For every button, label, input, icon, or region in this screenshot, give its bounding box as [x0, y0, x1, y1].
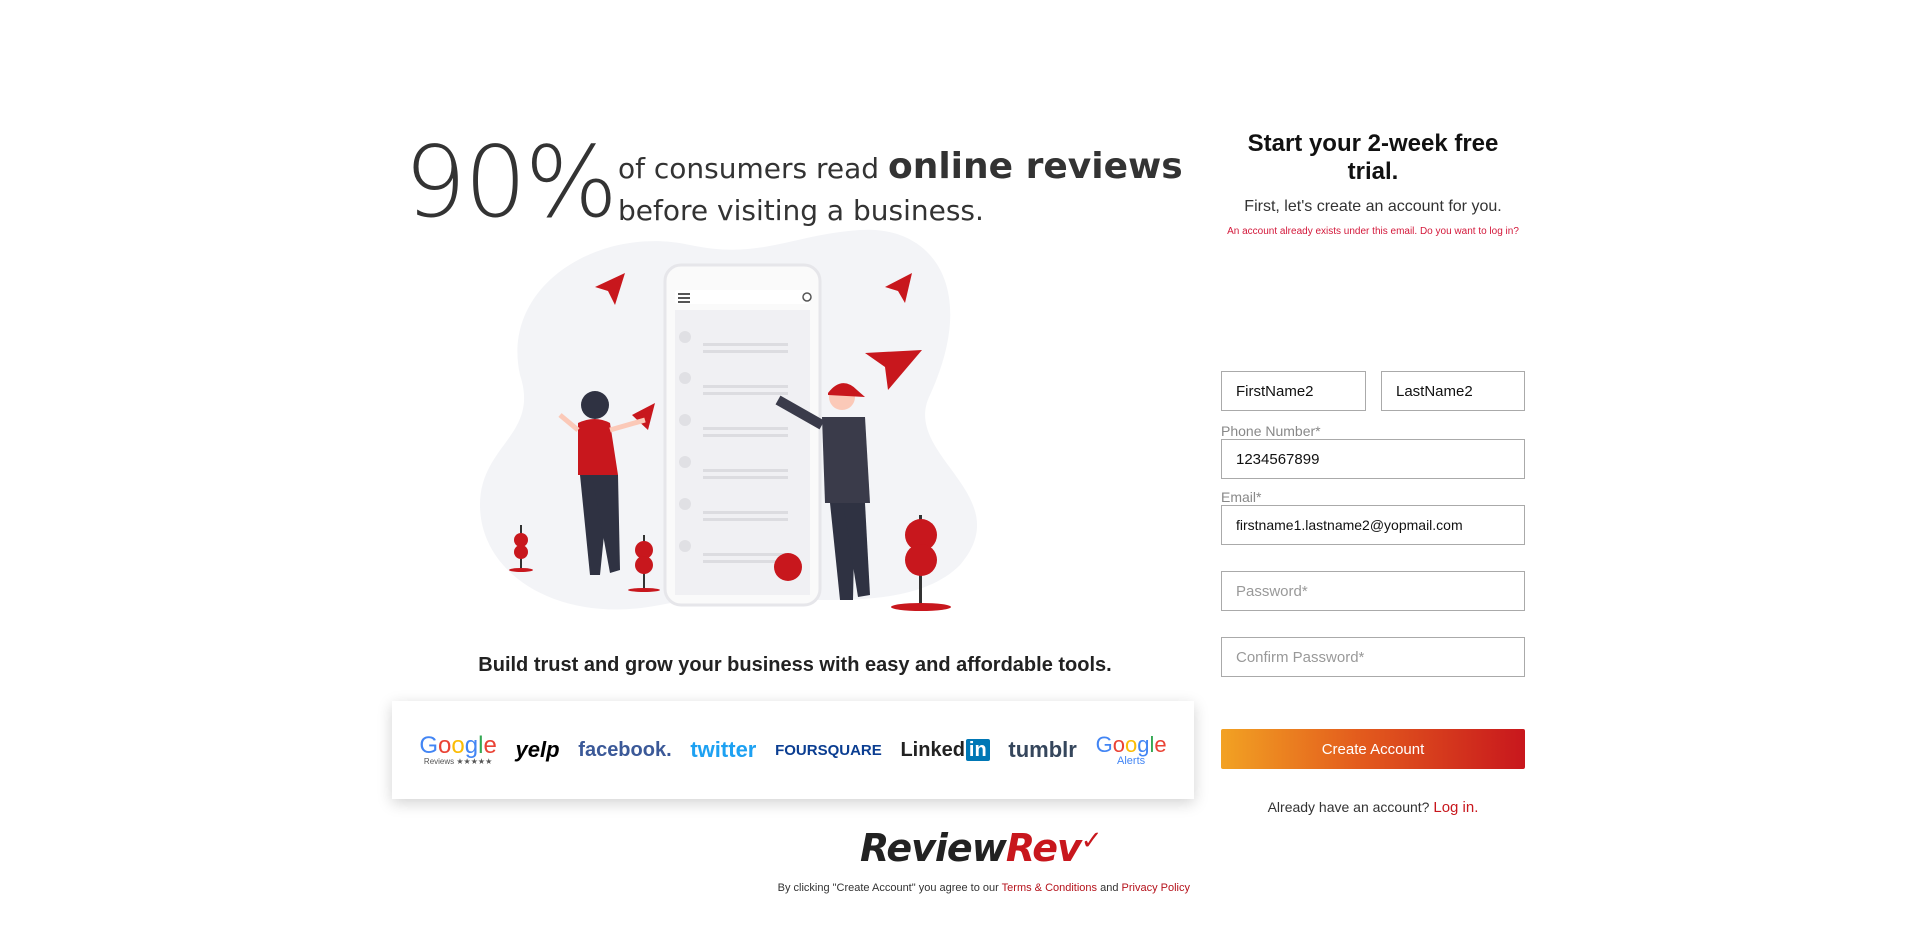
signup-form: Start your 2-week free trial. First, let…: [1221, 130, 1525, 837]
twitter-logo: twitter: [690, 737, 757, 762]
linkedin-logo-text: Linked: [900, 738, 965, 761]
trust-tagline: Build trust and grow your business with …: [478, 654, 1112, 676]
linkedin-logo: Linked in: [900, 738, 990, 762]
terms-link[interactable]: Terms & Conditions: [1002, 882, 1097, 894]
confirm-password-input[interactable]: [1221, 637, 1525, 677]
form-fields: Phone Number* Email* Create Account Alre…: [1221, 237, 1525, 837]
stat-line-1-bold: online reviews: [887, 146, 1183, 187]
phone-label: Phone Number*: [1221, 423, 1321, 439]
stat-line-1-pre: of consumers read: [618, 152, 880, 185]
login-prompt: Already have an account? Log in.: [1221, 799, 1525, 816]
phone-illustration: [663, 263, 822, 607]
form-subtitle: First, let's create an account for you.: [1244, 198, 1502, 215]
stat-number: 90%: [404, 126, 618, 240]
login-link[interactable]: Log in.: [1433, 799, 1478, 816]
brand-part-1: Review: [860, 826, 1007, 870]
legal-notice: By clicking "Create Account" you agree t…: [400, 882, 1190, 894]
stat-line-1: of consumers read online reviews: [618, 146, 1183, 187]
linkedin-badge: in: [965, 738, 990, 761]
brand-part-2: Rev: [1005, 826, 1082, 870]
form-error-message: An account already exists under this ema…: [1227, 226, 1519, 237]
last-name-input[interactable]: [1381, 371, 1525, 411]
checkmark-icon: ✓: [1080, 826, 1103, 856]
legal-and: and: [1100, 882, 1119, 894]
tumblr-logo: tumblr: [1008, 737, 1077, 762]
foursquare-logo: FOURSQUARE: [775, 741, 882, 759]
create-account-button[interactable]: Create Account: [1221, 729, 1525, 769]
integrations-logo-strip: Google Reviews ★★★★★ yelp facebook. twit…: [392, 701, 1194, 799]
email-label: Email*: [1221, 489, 1262, 505]
hero-illustration: [480, 229, 978, 611]
privacy-link[interactable]: Privacy Policy: [1122, 882, 1190, 894]
email-input[interactable]: [1221, 505, 1525, 545]
phone-input[interactable]: [1221, 439, 1525, 479]
stat-line-2: before visiting a business.: [618, 194, 984, 227]
already-have-account-text: Already have an account?: [1267, 799, 1430, 815]
google-reviews-logo: Google Reviews ★★★★★: [419, 732, 497, 766]
legal-text: By clicking "Create Account" you agree t…: [777, 882, 999, 894]
reviewrev-logo: ReviewRev✓: [860, 826, 1103, 870]
password-input[interactable]: [1221, 571, 1525, 611]
first-name-input[interactable]: [1221, 371, 1366, 411]
yelp-logo: yelp: [515, 737, 560, 762]
google-alerts-logo: Google Alerts: [1095, 731, 1167, 767]
form-title: Start your 2-week free trial.: [1247, 130, 1499, 185]
hero-statistic: 90% of consumers read online reviews bef…: [404, 126, 1183, 240]
facebook-logo: facebook.: [578, 738, 672, 761]
